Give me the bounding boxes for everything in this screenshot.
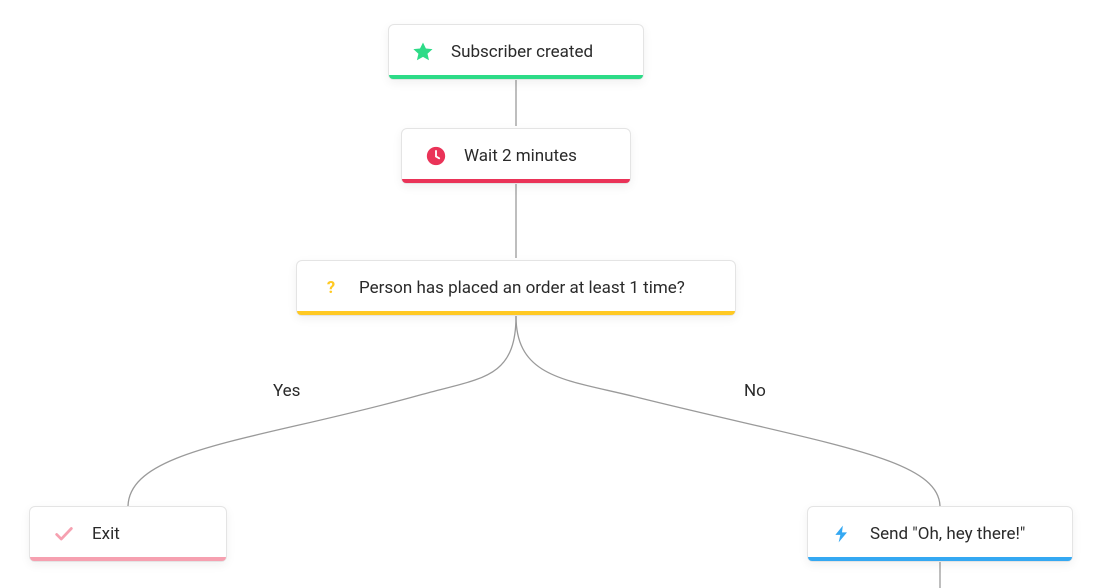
star-icon [411, 40, 435, 64]
send-accent [808, 557, 1072, 561]
exit-node[interactable]: Exit [29, 506, 227, 562]
branch-label-no: No [744, 381, 766, 401]
condition-accent [297, 311, 735, 315]
send-node[interactable]: Send "Oh, hey there!" [807, 506, 1073, 562]
clock-icon [424, 144, 448, 168]
condition-node[interactable]: ? Person has placed an order at least 1 … [296, 260, 736, 316]
workflow-canvas: Yes No Subscriber created Wait 2 minutes… [0, 0, 1116, 588]
bolt-icon [830, 522, 854, 546]
wait-label: Wait 2 minutes [464, 146, 577, 166]
check-icon [52, 522, 76, 546]
trigger-accent [389, 75, 643, 79]
exit-label: Exit [92, 524, 120, 544]
trigger-node[interactable]: Subscriber created [388, 24, 644, 80]
question-icon: ? [319, 276, 343, 300]
condition-label: Person has placed an order at least 1 ti… [359, 278, 685, 298]
svg-text:?: ? [327, 279, 335, 298]
send-label: Send "Oh, hey there!" [870, 524, 1025, 544]
exit-accent [30, 557, 226, 561]
wait-accent [402, 179, 630, 183]
wait-node[interactable]: Wait 2 minutes [401, 128, 631, 184]
branch-label-yes: Yes [273, 381, 300, 401]
trigger-label: Subscriber created [451, 42, 593, 62]
